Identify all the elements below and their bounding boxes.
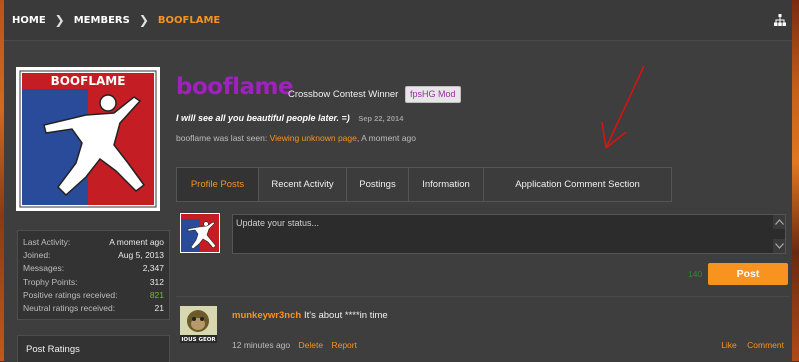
stat-label: Neutral ratings received: <box>23 303 116 313</box>
last-seen-time: , A moment ago <box>356 133 416 143</box>
status-message: I will see all you beautiful people late… <box>176 113 350 123</box>
avatar-wordmark: BOOFLAME <box>51 74 126 88</box>
stat-positive-ratings: Positive ratings received: 821 <box>23 289 164 301</box>
post-button[interactable]: Post <box>708 263 788 285</box>
stat-label: Trophy Points: <box>23 277 78 287</box>
last-seen: booflame was last seen: Viewing unknown … <box>176 133 416 143</box>
divider <box>176 296 790 297</box>
tab-recent-activity[interactable]: Recent Activity <box>259 168 347 201</box>
user-title: Crossbow Contest Winner <box>288 89 399 100</box>
report-link[interactable]: Report <box>331 340 357 350</box>
stat-label: Positive ratings received: <box>23 290 118 300</box>
member-stats: Last Activity: A moment ago Joined: Aug … <box>17 230 170 320</box>
status-input[interactable]: Update your status... <box>232 214 786 254</box>
like-link[interactable]: Like <box>721 340 737 350</box>
stat-last-activity: Last Activity: A moment ago <box>23 236 164 248</box>
annotation-arrow-icon <box>601 65 645 149</box>
background-right-edge <box>792 0 799 361</box>
stat-value: 21 <box>154 303 164 313</box>
profile-page: HOME ❯ MEMBERS ❯ BOOFLAME BOOFLAME Last … <box>4 0 792 362</box>
char-count: 140 <box>688 269 703 279</box>
last-seen-activity-link[interactable]: Viewing unknown page <box>270 133 357 143</box>
comment-meta: 12 minutes ago Delete Report <box>232 340 357 350</box>
stat-neutral-ratings: Neutral ratings received: 21 <box>23 302 164 314</box>
chevron-right-icon: ❯ <box>138 13 149 27</box>
comment-actions: Like Comment <box>713 340 784 350</box>
stat-label: Last Activity: <box>23 237 71 247</box>
stat-value: Aug 5, 2013 <box>118 250 164 260</box>
profile-username: booflame <box>176 74 294 100</box>
comment-avatar[interactable]: IOUS GEOR <box>180 306 217 343</box>
scroll-down-icon[interactable] <box>773 239 785 253</box>
composer-avatar[interactable] <box>180 213 220 253</box>
stat-value[interactable]: 2,347 <box>143 263 164 273</box>
comment-text: It's about ****in time <box>304 310 388 321</box>
last-seen-prefix: booflame was last seen: <box>176 133 268 143</box>
breadcrumb-members[interactable]: MEMBERS <box>74 15 130 26</box>
stat-label: Joined: <box>23 250 51 260</box>
tab-profile-posts[interactable]: Profile Posts <box>177 168 259 201</box>
tab-information[interactable]: Information <box>409 168 484 201</box>
scroll-up-icon[interactable] <box>773 215 785 229</box>
stat-value: A moment ago <box>109 237 164 247</box>
delete-link[interactable]: Delete <box>299 340 324 350</box>
comment-time[interactable]: 12 minutes ago <box>232 340 290 350</box>
stat-joined: Joined: Aug 5, 2013 <box>23 249 164 261</box>
stat-label: Messages: <box>23 263 65 273</box>
post-ratings-panel: Post Ratings <box>17 335 170 362</box>
stat-trophy-points: Trophy Points: 312 <box>23 276 164 288</box>
stat-value[interactable]: 312 <box>150 277 164 287</box>
mod-badge: fpsHG Mod <box>405 86 461 103</box>
comment-author-link[interactable]: munkeywr3nch <box>232 310 301 321</box>
sitemap-icon[interactable] <box>774 14 786 26</box>
chevron-right-icon: ❯ <box>54 13 65 27</box>
post-ratings-title: Post Ratings <box>26 344 80 355</box>
comment-avatar-caption: IOUS GEOR <box>181 337 216 343</box>
tab-application-comment-section[interactable]: Application Comment Section <box>484 168 671 201</box>
comment-link[interactable]: Comment <box>747 340 784 350</box>
breadcrumb-home[interactable]: HOME <box>12 15 46 26</box>
status-input-placeholder: Update your status... <box>236 218 320 228</box>
status-line: I will see all you beautiful people late… <box>176 113 403 123</box>
breadcrumb-current[interactable]: BOOFLAME <box>158 15 220 26</box>
stat-value: 821 <box>149 290 164 300</box>
stat-messages: Messages: 2,347 <box>23 262 164 274</box>
tab-postings[interactable]: Postings <box>347 168 409 201</box>
profile-tabs: Profile Posts Recent Activity Postings I… <box>176 167 672 202</box>
profile-avatar[interactable]: BOOFLAME <box>16 67 160 211</box>
status-date[interactable]: Sep 22, 2014 <box>358 114 403 123</box>
breadcrumb: HOME ❯ MEMBERS ❯ BOOFLAME <box>4 0 792 41</box>
